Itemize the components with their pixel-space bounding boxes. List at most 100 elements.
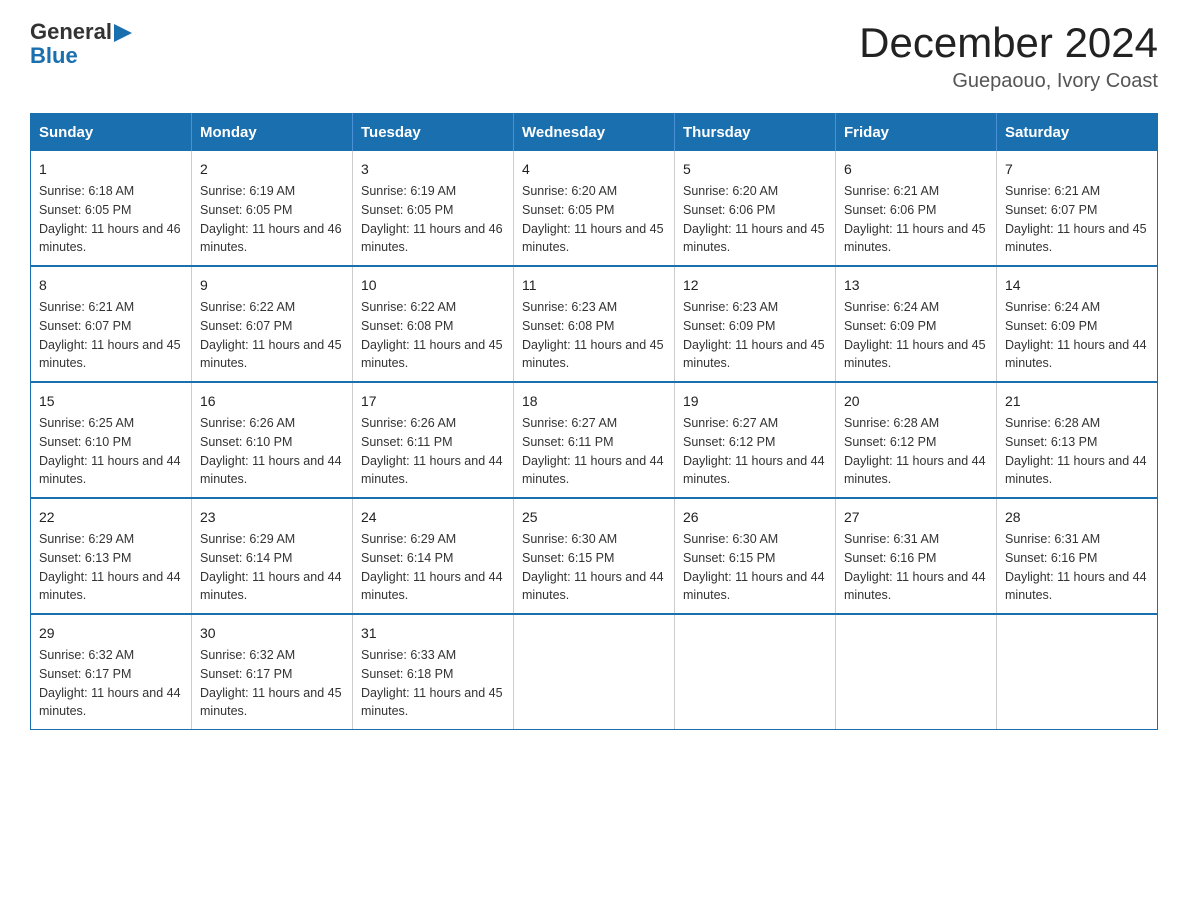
calendar-cell: 1 Sunrise: 6:18 AMSunset: 6:05 PMDayligh… [31,151,192,266]
calendar-cell: 19 Sunrise: 6:27 AMSunset: 6:12 PMDaylig… [675,382,836,498]
day-info: Sunrise: 6:28 AMSunset: 6:12 PMDaylight:… [844,414,988,489]
calendar-cell: 25 Sunrise: 6:30 AMSunset: 6:15 PMDaylig… [514,498,675,614]
day-of-week-header: Thursday [675,114,836,152]
day-info: Sunrise: 6:21 AMSunset: 6:06 PMDaylight:… [844,182,988,257]
day-of-week-header: Saturday [997,114,1158,152]
calendar-cell: 13 Sunrise: 6:24 AMSunset: 6:09 PMDaylig… [836,266,997,382]
calendar-cell: 6 Sunrise: 6:21 AMSunset: 6:06 PMDayligh… [836,151,997,266]
day-of-week-header: Wednesday [514,114,675,152]
day-info: Sunrise: 6:23 AMSunset: 6:09 PMDaylight:… [683,298,827,373]
calendar-week-row: 29 Sunrise: 6:32 AMSunset: 6:17 PMDaylig… [31,614,1158,730]
calendar-week-row: 8 Sunrise: 6:21 AMSunset: 6:07 PMDayligh… [31,266,1158,382]
day-info: Sunrise: 6:32 AMSunset: 6:17 PMDaylight:… [39,646,183,721]
day-number: 24 [361,507,505,528]
day-info: Sunrise: 6:26 AMSunset: 6:11 PMDaylight:… [361,414,505,489]
day-number: 10 [361,275,505,296]
calendar-table: SundayMondayTuesdayWednesdayThursdayFrid… [30,113,1158,730]
day-of-week-header: Friday [836,114,997,152]
day-info: Sunrise: 6:24 AMSunset: 6:09 PMDaylight:… [1005,298,1149,373]
day-number: 13 [844,275,988,296]
day-info: Sunrise: 6:24 AMSunset: 6:09 PMDaylight:… [844,298,988,373]
day-number: 20 [844,391,988,412]
day-number: 9 [200,275,344,296]
calendar-cell: 3 Sunrise: 6:19 AMSunset: 6:05 PMDayligh… [353,151,514,266]
calendar-cell [997,614,1158,730]
calendar-cell [514,614,675,730]
calendar-cell: 7 Sunrise: 6:21 AMSunset: 6:07 PMDayligh… [997,151,1158,266]
day-number: 11 [522,275,666,296]
logo-arrow-icon [114,24,132,42]
day-info: Sunrise: 6:29 AMSunset: 6:14 PMDaylight:… [200,530,344,605]
logo: General Blue [30,20,132,68]
day-info: Sunrise: 6:32 AMSunset: 6:17 PMDaylight:… [200,646,344,721]
calendar-cell: 30 Sunrise: 6:32 AMSunset: 6:17 PMDaylig… [192,614,353,730]
calendar-week-row: 15 Sunrise: 6:25 AMSunset: 6:10 PMDaylig… [31,382,1158,498]
day-number: 21 [1005,391,1149,412]
day-number: 7 [1005,159,1149,180]
day-number: 31 [361,623,505,644]
page-title: December 2024 [859,20,1158,66]
calendar-cell: 5 Sunrise: 6:20 AMSunset: 6:06 PMDayligh… [675,151,836,266]
day-number: 22 [39,507,183,528]
calendar-header: SundayMondayTuesdayWednesdayThursdayFrid… [31,114,1158,152]
calendar-cell: 11 Sunrise: 6:23 AMSunset: 6:08 PMDaylig… [514,266,675,382]
day-info: Sunrise: 6:33 AMSunset: 6:18 PMDaylight:… [361,646,505,721]
day-info: Sunrise: 6:22 AMSunset: 6:07 PMDaylight:… [200,298,344,373]
day-number: 29 [39,623,183,644]
calendar-cell: 20 Sunrise: 6:28 AMSunset: 6:12 PMDaylig… [836,382,997,498]
day-number: 2 [200,159,344,180]
day-number: 3 [361,159,505,180]
calendar-cell: 31 Sunrise: 6:33 AMSunset: 6:18 PMDaylig… [353,614,514,730]
title-area: December 2024 Guepaouo, Ivory Coast [859,20,1158,93]
day-number: 15 [39,391,183,412]
calendar-cell: 10 Sunrise: 6:22 AMSunset: 6:08 PMDaylig… [353,266,514,382]
calendar-cell: 29 Sunrise: 6:32 AMSunset: 6:17 PMDaylig… [31,614,192,730]
day-number: 27 [844,507,988,528]
calendar-cell: 17 Sunrise: 6:26 AMSunset: 6:11 PMDaylig… [353,382,514,498]
day-info: Sunrise: 6:27 AMSunset: 6:12 PMDaylight:… [683,414,827,489]
day-info: Sunrise: 6:29 AMSunset: 6:13 PMDaylight:… [39,530,183,605]
calendar-cell: 26 Sunrise: 6:30 AMSunset: 6:15 PMDaylig… [675,498,836,614]
day-info: Sunrise: 6:29 AMSunset: 6:14 PMDaylight:… [361,530,505,605]
day-number: 12 [683,275,827,296]
logo-general-text: General [30,20,112,44]
calendar-cell [675,614,836,730]
calendar-cell: 21 Sunrise: 6:28 AMSunset: 6:13 PMDaylig… [997,382,1158,498]
day-number: 17 [361,391,505,412]
day-number: 25 [522,507,666,528]
calendar-cell: 12 Sunrise: 6:23 AMSunset: 6:09 PMDaylig… [675,266,836,382]
calendar-cell: 9 Sunrise: 6:22 AMSunset: 6:07 PMDayligh… [192,266,353,382]
day-info: Sunrise: 6:21 AMSunset: 6:07 PMDaylight:… [1005,182,1149,257]
day-of-week-header: Sunday [31,114,192,152]
page-header: General Blue December 2024 Guepaouo, Ivo… [30,20,1158,93]
day-number: 30 [200,623,344,644]
day-info: Sunrise: 6:19 AMSunset: 6:05 PMDaylight:… [200,182,344,257]
calendar-cell: 23 Sunrise: 6:29 AMSunset: 6:14 PMDaylig… [192,498,353,614]
calendar-cell: 2 Sunrise: 6:19 AMSunset: 6:05 PMDayligh… [192,151,353,266]
calendar-cell: 16 Sunrise: 6:26 AMSunset: 6:10 PMDaylig… [192,382,353,498]
day-number: 18 [522,391,666,412]
day-info: Sunrise: 6:20 AMSunset: 6:06 PMDaylight:… [683,182,827,257]
calendar-cell: 15 Sunrise: 6:25 AMSunset: 6:10 PMDaylig… [31,382,192,498]
day-info: Sunrise: 6:26 AMSunset: 6:10 PMDaylight:… [200,414,344,489]
day-number: 6 [844,159,988,180]
day-info: Sunrise: 6:18 AMSunset: 6:05 PMDaylight:… [39,182,183,257]
day-info: Sunrise: 6:20 AMSunset: 6:05 PMDaylight:… [522,182,666,257]
day-info: Sunrise: 6:25 AMSunset: 6:10 PMDaylight:… [39,414,183,489]
day-info: Sunrise: 6:27 AMSunset: 6:11 PMDaylight:… [522,414,666,489]
day-of-week-header: Monday [192,114,353,152]
day-info: Sunrise: 6:30 AMSunset: 6:15 PMDaylight:… [683,530,827,605]
calendar-cell: 27 Sunrise: 6:31 AMSunset: 6:16 PMDaylig… [836,498,997,614]
calendar-cell: 24 Sunrise: 6:29 AMSunset: 6:14 PMDaylig… [353,498,514,614]
calendar-cell: 22 Sunrise: 6:29 AMSunset: 6:13 PMDaylig… [31,498,192,614]
days-of-week-row: SundayMondayTuesdayWednesdayThursdayFrid… [31,114,1158,152]
calendar-body: 1 Sunrise: 6:18 AMSunset: 6:05 PMDayligh… [31,151,1158,730]
day-number: 5 [683,159,827,180]
day-info: Sunrise: 6:28 AMSunset: 6:13 PMDaylight:… [1005,414,1149,489]
calendar-week-row: 1 Sunrise: 6:18 AMSunset: 6:05 PMDayligh… [31,151,1158,266]
day-number: 4 [522,159,666,180]
day-number: 23 [200,507,344,528]
calendar-cell: 14 Sunrise: 6:24 AMSunset: 6:09 PMDaylig… [997,266,1158,382]
calendar-week-row: 22 Sunrise: 6:29 AMSunset: 6:13 PMDaylig… [31,498,1158,614]
calendar-cell: 4 Sunrise: 6:20 AMSunset: 6:05 PMDayligh… [514,151,675,266]
